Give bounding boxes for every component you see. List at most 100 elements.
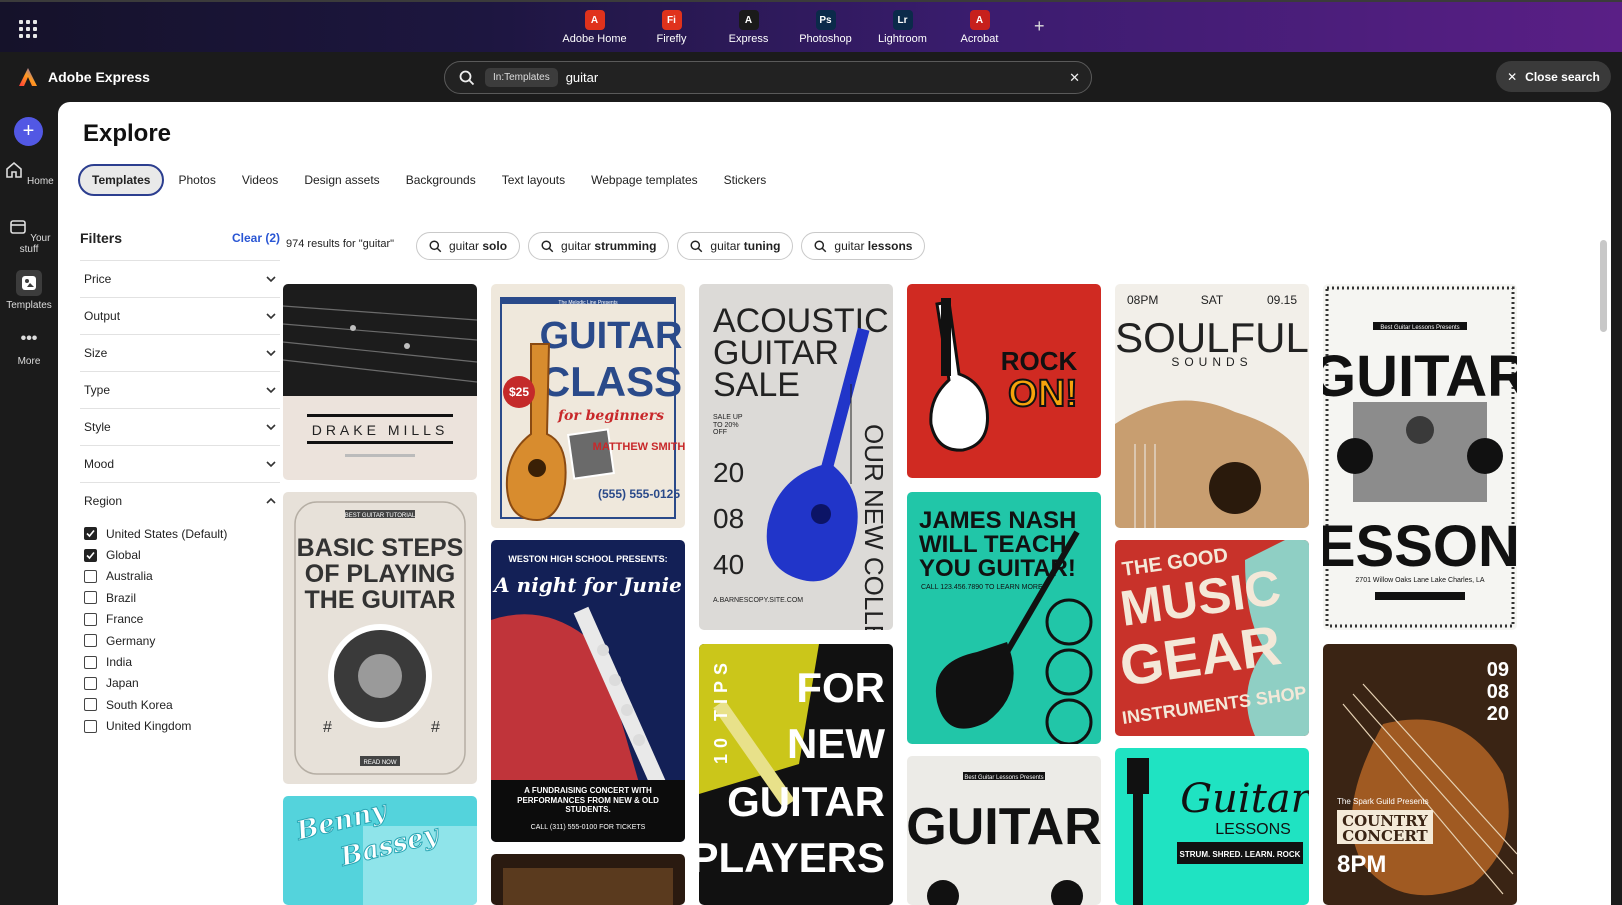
template-card-guitar-class[interactable]: The Melodic Line Presents GUITAR CLASS f… [491, 284, 685, 528]
template-card-james-nash[interactable]: JAMES NASH WILL TEACH YOU GUITAR! CALL 1… [907, 492, 1101, 744]
clear-filters-link[interactable]: Clear (2) [232, 231, 280, 245]
template-card-guitar-lessons[interactable]: Best Guitar Lessons Presents GUITAR LESS… [1323, 284, 1517, 630]
region-checkbox-row[interactable]: Brazil [80, 587, 280, 608]
filter-price[interactable]: Price [80, 260, 280, 297]
checkbox-icon[interactable] [84, 612, 97, 626]
suggestion-chip-lessons[interactable]: guitar lessons [801, 232, 926, 260]
template-card-rock-on[interactable]: ROCK ON! [907, 284, 1101, 478]
filter-output[interactable]: Output [80, 297, 280, 334]
card-text: SALE [713, 366, 800, 404]
app-lightroom[interactable]: Lr Lightroom [864, 8, 941, 45]
filter-label: Output [84, 309, 121, 323]
template-card-night-for-junie[interactable]: WESTON HIGH SCHOOL PRESENTS: A night for… [491, 540, 685, 842]
tab-photos[interactable]: Photos [166, 165, 227, 195]
card-text: PLAYERS [699, 834, 885, 881]
filter-label: Price [84, 272, 112, 286]
suggestion-prefix: guitar [710, 239, 744, 253]
apps-grid-icon[interactable] [19, 20, 37, 38]
checkbox-checked-icon[interactable] [84, 548, 97, 562]
checkbox-icon[interactable] [84, 634, 97, 648]
app-firefly[interactable]: Fi Firefly [633, 8, 710, 45]
suggestion-text: guitar solo [449, 239, 507, 253]
suggestion-chip-tuning[interactable]: guitar tuning [677, 232, 794, 260]
suggestion-text: guitar tuning [710, 239, 780, 253]
card-text: 2701 Willow Oaks Lane Lake Charles, LA [1355, 577, 1485, 584]
region-checkbox-row[interactable]: Japan [80, 673, 280, 694]
tab-backgrounds[interactable]: Backgrounds [394, 165, 488, 195]
chevron-down-icon [266, 461, 276, 468]
add-app-icon[interactable]: + [1034, 16, 1045, 37]
app-adobe-home[interactable]: A Adobe Home [556, 8, 633, 45]
scrollbar-thumb[interactable] [1600, 240, 1607, 332]
app-acrobat[interactable]: A Acrobat [941, 8, 1018, 45]
template-card-10-tips[interactable]: 10 TIPS FOR NEW GUITAR PLAYERS [699, 644, 893, 905]
region-checkbox-row[interactable]: Global [80, 544, 280, 565]
template-card-acoustic-guitar-sale[interactable]: ACOUSTIC GUITAR SALE SALE UP TO 20% OFF … [699, 284, 893, 630]
search-scope-chip[interactable]: In:Templates [485, 68, 558, 87]
tab-design-assets[interactable]: Design assets [292, 165, 391, 195]
template-card-benny-bassey[interactable]: Benny Bassey [283, 796, 477, 905]
suggestion-chip-solo[interactable]: guitar solo [416, 232, 521, 260]
card-text: 8PM [1337, 851, 1386, 878]
tab-webpage-templates[interactable]: Webpage templates [579, 165, 710, 195]
template-card-guitar-lessons-2[interactable]: Best Guitar Lessons Presents GUITAR [907, 756, 1101, 905]
checkbox-icon[interactable] [84, 655, 97, 669]
checkbox-icon[interactable] [84, 698, 97, 712]
filter-size[interactable]: Size [80, 334, 280, 371]
checkbox-checked-icon[interactable] [84, 527, 97, 541]
region-checkbox-row[interactable]: South Korea [80, 694, 280, 715]
card-text: Best Guitar Lessons Presents [1380, 325, 1459, 331]
region-checkbox-row[interactable]: United States (Default) [80, 523, 280, 544]
suggestion-chip-strumming[interactable]: guitar strumming [528, 232, 670, 260]
card-text: FOR [796, 664, 885, 711]
rail-item-your-stuff[interactable]: Your stuff [0, 217, 58, 255]
template-card-basic-steps[interactable]: BEST GUITAR TUTORIAL BASIC STEPS OF PLAY… [283, 492, 477, 784]
filter-label: Type [84, 383, 111, 397]
rail-item-home[interactable]: Home [0, 160, 58, 187]
clear-search-icon[interactable]: ✕ [1069, 70, 1080, 86]
express-icon: A [738, 10, 759, 30]
filter-style[interactable]: Style [80, 408, 280, 445]
acrobat-icon: A [969, 10, 990, 30]
search-bar[interactable]: In:Templates ✕ [444, 61, 1092, 94]
template-card-country-concert[interactable]: 09 08 20 The Spark Guild Presents COUNTR… [1323, 644, 1517, 905]
card-text: (555) 555-0125 [598, 487, 680, 501]
chevron-down-icon [266, 350, 276, 357]
filter-mood[interactable]: Mood [80, 445, 280, 482]
checkbox-icon[interactable] [84, 719, 97, 733]
template-card-soulful-sounds[interactable]: 08PM SAT 09.15 SOULFUL SOUNDS [1115, 284, 1309, 528]
region-checkbox-row[interactable]: India [80, 651, 280, 672]
create-new-button[interactable]: + [14, 117, 43, 146]
checkbox-icon[interactable] [84, 569, 97, 583]
template-card-music-gear[interactable]: THE GOOD MUSIC GEAR INSTRUMENTS SHOP [1115, 540, 1309, 736]
region-checkbox-row[interactable]: Germany [80, 630, 280, 651]
app-photoshop[interactable]: Ps Photoshop [787, 8, 864, 45]
region-checkbox-row[interactable]: United Kingdom [80, 716, 280, 737]
search-input[interactable] [565, 70, 1046, 85]
template-card-drake-mills[interactable]: DRAKE MILLS [283, 284, 477, 480]
scrollbar[interactable] [1600, 234, 1607, 899]
template-card-teal-lessons[interactable]: Guitar LESSONS STRUM. SHRED. LEARN. ROCK [1115, 748, 1309, 905]
region-checkbox-row[interactable]: Australia [80, 566, 280, 587]
app-express[interactable]: A Express [710, 8, 787, 54]
search-icon [541, 239, 554, 252]
filter-region[interactable]: Region [80, 482, 280, 519]
region-label: India [106, 655, 133, 670]
tab-text-layouts[interactable]: Text layouts [490, 165, 577, 195]
region-checkbox-row[interactable]: France [80, 609, 280, 630]
brand[interactable]: Adobe Express [17, 66, 150, 88]
close-icon: ✕ [1507, 69, 1518, 84]
tab-templates[interactable]: Templates [78, 164, 165, 196]
close-search-button[interactable]: ✕ Close search [1496, 61, 1611, 92]
checkbox-icon[interactable] [84, 591, 97, 605]
tab-videos[interactable]: Videos [230, 165, 290, 195]
results-count: 974 results for "guitar" [286, 238, 395, 250]
checkbox-icon[interactable] [84, 676, 97, 690]
card-text: 08PM [1127, 293, 1158, 307]
filter-type[interactable]: Type [80, 371, 280, 408]
rail-item-templates[interactable]: Templates [0, 270, 58, 311]
card-text: BASIC STEPS [297, 534, 464, 562]
template-card-concert-dark[interactable] [491, 854, 685, 905]
rail-item-more[interactable]: ••• More [0, 331, 58, 368]
tab-stickers[interactable]: Stickers [712, 165, 779, 195]
